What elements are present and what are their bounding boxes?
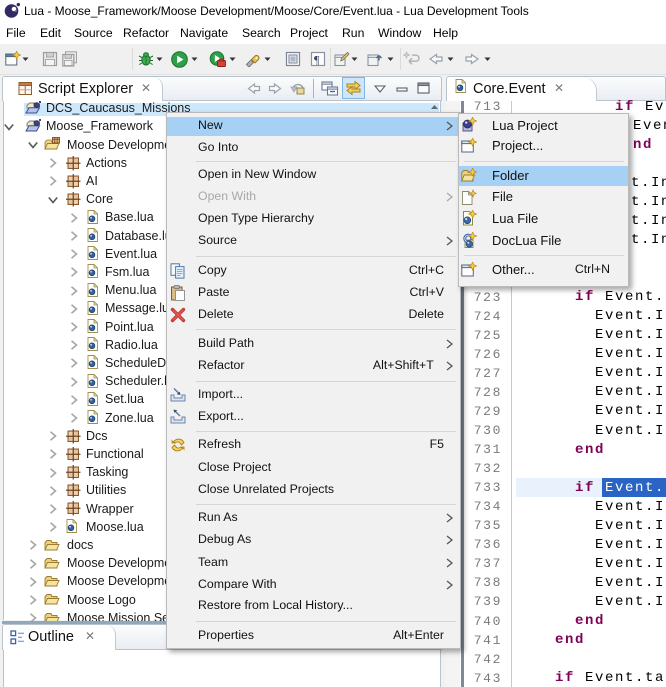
svg-text:¶: ¶: [314, 53, 320, 67]
